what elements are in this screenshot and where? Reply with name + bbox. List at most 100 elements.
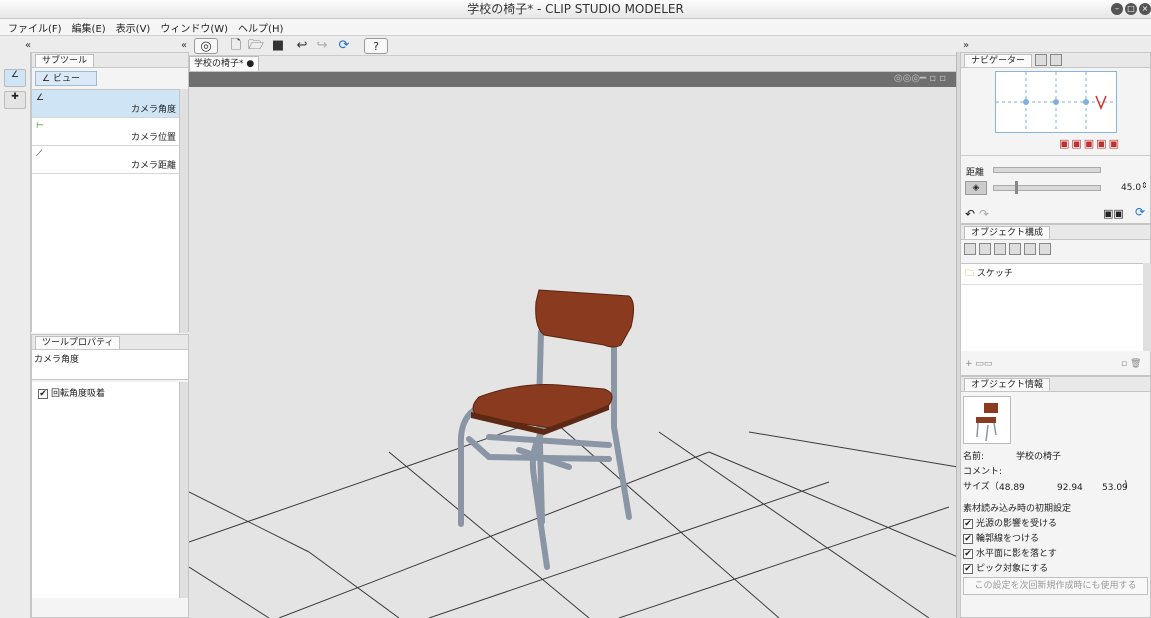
camera-view-icon[interactable] (1024, 243, 1036, 255)
camera-angle-icon: ∠ (36, 93, 45, 103)
list-item[interactable]: ⟋ カメラ距離 (32, 146, 179, 174)
navigator-divider (961, 155, 1150, 156)
subtool-tabbar: サブツール (32, 53, 188, 68)
list-item[interactable]: ∠ カメラ角度 (32, 90, 179, 118)
tab-close-icon[interactable]: ● (246, 59, 254, 69)
fit-view-icon[interactable]: ▣▣ (1103, 207, 1124, 220)
redo-view-icon[interactable]: ↷ (979, 207, 989, 221)
object-tool-icon[interactable]: ✚ (4, 91, 26, 109)
add-item-icon[interactable]: + ▭▭ (965, 359, 992, 369)
viewport-controls-icon[interactable]: ◎◎◎━ ▫ ▫ (894, 73, 946, 84)
tab-tool-property[interactable]: ツールプロパティ (35, 335, 121, 349)
object-structure-list: 🗀 スケッチ (961, 263, 1143, 351)
view-tool-icon[interactable]: ∠ (4, 69, 26, 87)
setting-label: 水平面に影を落とす (976, 549, 1057, 559)
setting-label: ピック対象にする (976, 564, 1049, 574)
model-icon[interactable] (964, 243, 976, 255)
checkbox[interactable]: ✔ (963, 533, 973, 544)
distance-label: 距離 (966, 168, 985, 178)
size-x-value: 48.89 (999, 483, 1025, 493)
list-item[interactable]: 🗀 スケッチ (961, 264, 1143, 285)
distance-slider[interactable] (993, 167, 1101, 173)
checkbox[interactable]: ✔ (963, 563, 973, 574)
redo-icon[interactable]: ↪ (314, 38, 330, 54)
navigator-tabbar: ナビゲーター (961, 53, 1150, 68)
open-file-icon[interactable]: 🗁 (248, 38, 264, 54)
fov-icon[interactable]: ◈ (965, 181, 987, 195)
menu-help[interactable]: ヘルプ(H) (238, 20, 283, 35)
minimize-icon[interactable]: – (1111, 3, 1123, 15)
refresh-icon[interactable]: ⟳ (336, 38, 352, 54)
subtool-scrollbar[interactable] (179, 89, 188, 333)
lighting-icon[interactable] (994, 243, 1006, 255)
tab-object-info[interactable]: オブジェクト情報 (964, 377, 1051, 391)
save-icon[interactable]: ■ (270, 38, 286, 54)
clip-studio-icon[interactable]: ◎ (194, 38, 218, 54)
fov-slider-handle[interactable] (1015, 181, 1018, 194)
close-icon[interactable]: × (1139, 3, 1151, 15)
checkbox[interactable]: ✔ (963, 518, 973, 529)
menu-bar: ファイル(F) 編集(E) 表示(V) ウィンドウ(W) ヘルプ(H) (0, 19, 1151, 36)
undo-view-icon[interactable]: ↶ (965, 207, 975, 221)
reset-view-icon[interactable]: ⟳ (1135, 205, 1145, 219)
document-tab[interactable]: 学校の椅子* ● (189, 56, 260, 71)
navigator-map (996, 72, 1116, 132)
tool-property-heading: カメラ角度 (32, 350, 188, 380)
view-preset-icons[interactable]: ▣▣▣▣▣ (1059, 137, 1121, 150)
checkbox[interactable]: ✔ (963, 548, 973, 559)
snap-rotation-checkbox[interactable]: ✔ (38, 388, 48, 399)
3d-viewport[interactable] (189, 87, 958, 618)
navigator-preview[interactable] (995, 71, 1117, 133)
maximize-icon[interactable]: □ (1125, 3, 1137, 15)
setting-row-light[interactable]: ✔ 光源の影響を受ける (963, 516, 1057, 529)
object-structure-tabbar: オブジェクト構成 (961, 225, 1150, 240)
fov-spinner-icon[interactable]: ⇕ (1141, 181, 1148, 190)
light-icon[interactable] (979, 243, 991, 255)
object-info-tabbar: オブジェクト情報 (961, 377, 1150, 392)
document-tabbar: 学校の椅子* ● (189, 56, 958, 72)
setting-row-pick[interactable]: ✔ ピック対象にする (963, 561, 1048, 574)
tool-property-tabbar: ツールプロパティ (32, 335, 188, 350)
camera-icon[interactable] (1035, 54, 1048, 66)
folder-icon: 🗀 (965, 269, 975, 279)
tab-object-structure[interactable]: オブジェクト構成 (964, 225, 1051, 239)
tab-navigator[interactable]: ナビゲーター (964, 53, 1033, 67)
undo-icon[interactable]: ↩ (294, 38, 310, 54)
object-structure-item-label: スケッチ (976, 269, 1013, 279)
object-structure-panel: オブジェクト構成 🗀 スケッチ + ▭▭ ▫ 🗑 (960, 224, 1151, 376)
tool-property-body: ✔ 回転角度吸着 (32, 382, 179, 598)
new-file-icon[interactable]: 🗋 (228, 38, 244, 54)
menu-file[interactable]: ファイル(F) (8, 20, 62, 35)
snap-rotation-row[interactable]: ✔ 回転角度吸着 (32, 382, 179, 403)
subtool-group-view[interactable]: ∠ ビュー (35, 71, 97, 86)
camera-position-icon: ⊢ (36, 121, 44, 131)
subtool-list: ∠ カメラ角度 ⊢ カメラ位置 ⟋ カメラ距離 (32, 89, 179, 333)
object-structure-scrollbar[interactable] (1143, 263, 1151, 351)
object-info-panel: オブジェクト情報 名前: 学校の椅子 コメント: サイズ（ 48.89 92.9… (960, 376, 1151, 618)
menu-window[interactable]: ウィンドウ(W) (160, 20, 228, 35)
window-icon[interactable] (1050, 54, 1063, 66)
apply-settings-button[interactable]: この設定を次回新規作成時にも使用する (963, 577, 1148, 595)
delete-item-icon[interactable]: ▫ 🗑 (1121, 359, 1141, 369)
edit-icon[interactable] (1039, 243, 1051, 255)
subtool-item-label: カメラ位置 (130, 133, 176, 143)
fov-value[interactable]: 45.0 (1121, 183, 1141, 193)
material-icon[interactable] (1009, 243, 1021, 255)
menu-view[interactable]: 表示(V) (116, 20, 151, 35)
setting-row-shadow[interactable]: ✔ 水平面に影を落とす (963, 546, 1057, 559)
document-tab-label: 学校の椅子* (194, 59, 244, 69)
menu-edit[interactable]: 編集(E) (72, 20, 106, 35)
subtool-group-label: ビュー (52, 74, 80, 84)
fov-slider[interactable] (993, 185, 1101, 191)
size-y-value: 92.94 (1057, 483, 1083, 493)
name-value[interactable]: 学校の椅子 (1016, 449, 1061, 462)
setting-label: 輪郭線をつける (976, 534, 1040, 544)
tab-subtool[interactable]: サブツール (35, 53, 95, 67)
tool-property-scrollbar[interactable] (179, 382, 188, 598)
setting-row-outline[interactable]: ✔ 輪郭線をつける (963, 531, 1039, 544)
tool-property-panel: ツールプロパティ カメラ角度 ✔ 回転角度吸着 (31, 334, 189, 618)
list-item[interactable]: ⊢ カメラ位置 (32, 118, 179, 146)
camera-distance-icon: ⟋ (36, 149, 43, 159)
help-icon[interactable]: ? (364, 38, 388, 54)
snap-rotation-label: 回転角度吸着 (51, 389, 106, 399)
